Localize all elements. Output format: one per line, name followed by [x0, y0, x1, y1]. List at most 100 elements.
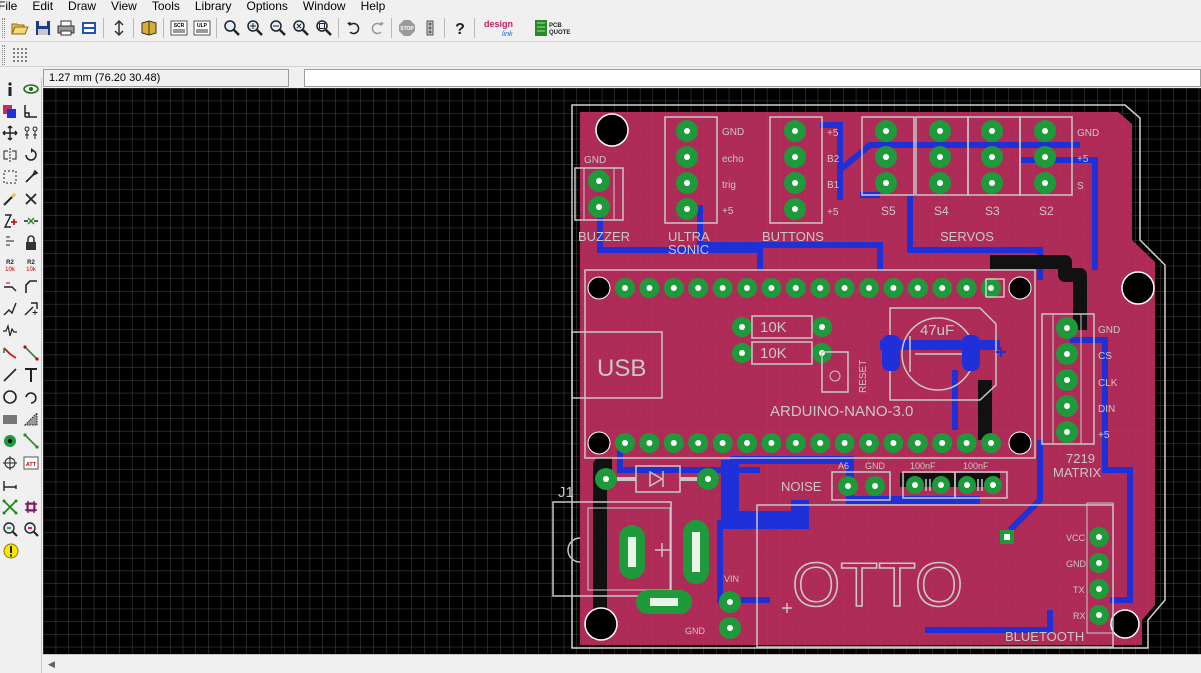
designlink-logo[interactable]: design link: [482, 17, 526, 39]
text-icon[interactable]: [21, 365, 42, 386]
attribute-icon[interactable]: ATT: [21, 453, 42, 474]
nano-pad-drill: [914, 440, 921, 446]
redo-icon[interactable]: [366, 17, 388, 39]
erc-icon[interactable]: [21, 497, 42, 518]
via-icon[interactable]: [0, 431, 21, 452]
wire-icon[interactable]: [0, 343, 21, 364]
resistor-r1[interactable]: 10K: [732, 315, 832, 339]
svg-text:TX: TX: [1073, 585, 1085, 595]
move-icon[interactable]: [0, 123, 21, 144]
scroll-left-icon[interactable]: ◀: [43, 656, 60, 673]
mirror-icon[interactable]: [0, 145, 21, 166]
lock-icon[interactable]: [21, 233, 42, 254]
pcb-drawing[interactable]: GND BUZZER GND echo trig +5 ULTRA SONIC: [43, 88, 1201, 654]
hole-icon[interactable]: [0, 453, 21, 474]
svg-text:BLUETOOTH: BLUETOOTH: [1005, 629, 1084, 644]
board-icon[interactable]: [138, 17, 160, 39]
miter-icon[interactable]: [21, 277, 42, 298]
info-icon[interactable]: [0, 79, 21, 100]
nano-pad-drill: [890, 285, 897, 291]
mark-icon[interactable]: [21, 101, 42, 122]
zoom-in-icon[interactable]: [244, 17, 266, 39]
polygon-icon[interactable]: [21, 409, 42, 430]
circle-icon[interactable]: [0, 387, 21, 408]
show-icon[interactable]: [21, 79, 42, 100]
stop-icon[interactable]: STOP: [396, 17, 418, 39]
svg-text:GND: GND: [1098, 325, 1120, 336]
change-icon[interactable]: [21, 167, 42, 188]
help-icon[interactable]: ?: [449, 17, 471, 39]
warning-icon[interactable]: [0, 541, 21, 562]
line-icon[interactable]: [0, 365, 21, 386]
name-icon[interactable]: R2 10k: [0, 255, 21, 276]
toolbar-grip[interactable]: [2, 44, 5, 65]
print-icon[interactable]: [55, 17, 77, 39]
menu-tools[interactable]: Tools: [152, 0, 180, 13]
svg-text:+5: +5: [1077, 154, 1089, 165]
rect-icon[interactable]: [0, 409, 21, 430]
nano-pad-drill: [670, 285, 677, 291]
errors-icon[interactable]: [21, 519, 42, 540]
display-icon[interactable]: [0, 101, 21, 122]
open-icon[interactable]: [9, 17, 31, 39]
drc-icon[interactable]: [0, 519, 21, 540]
svg-text:SERVOS: SERVOS: [940, 229, 994, 244]
menu-library[interactable]: Library: [195, 0, 232, 13]
coordinate-readout: 1.27 mm (76.20 30.48): [43, 69, 289, 87]
svg-text:S5: S5: [881, 204, 896, 218]
menu-draw[interactable]: Draw: [68, 0, 96, 13]
menu-help[interactable]: Help: [361, 0, 386, 13]
svg-text:+5: +5: [827, 207, 839, 218]
pcb-quote-logo[interactable]: PCB QUOTE: [534, 17, 572, 39]
toolbar-separator: [474, 17, 475, 38]
ripup-icon[interactable]: [21, 321, 42, 342]
paste-icon[interactable]: [0, 189, 21, 210]
toolbar-grip[interactable]: [2, 17, 5, 38]
sch-icon[interactable]: SCR: [168, 17, 190, 39]
svg-text:10K: 10K: [760, 319, 787, 336]
horizontal-scrollbar[interactable]: ◀: [43, 654, 1201, 673]
board-canvas[interactable]: GND BUZZER GND echo trig +5 ULTRA SONIC: [43, 88, 1201, 654]
replace-icon[interactable]: [0, 233, 21, 254]
signal-icon[interactable]: [21, 343, 42, 364]
copy-icon[interactable]: [21, 123, 42, 144]
svg-text:S4: S4: [934, 204, 949, 218]
menu-edit[interactable]: Edit: [32, 0, 53, 13]
undo-icon[interactable]: [343, 17, 365, 39]
route-icon[interactable]: [0, 321, 21, 342]
menu-file[interactable]: File: [0, 0, 17, 13]
zoom-fit-icon[interactable]: [221, 17, 243, 39]
smash-icon[interactable]: [0, 277, 21, 298]
cam-processor-icon[interactable]: [78, 17, 100, 39]
arc-icon[interactable]: [21, 387, 42, 408]
optimize-icon[interactable]: [21, 299, 42, 320]
menu-view[interactable]: View: [111, 0, 137, 13]
script-icon[interactable]: [108, 17, 130, 39]
save-icon[interactable]: [32, 17, 54, 39]
delete-icon[interactable]: [21, 189, 42, 210]
menu-options[interactable]: Options: [247, 0, 288, 13]
menu-window[interactable]: Window: [303, 0, 346, 13]
command-line-input[interactable]: [304, 69, 1201, 87]
nano-pad-drill: [866, 440, 872, 446]
go-icon[interactable]: [419, 17, 441, 39]
zoom-select-icon[interactable]: [313, 17, 335, 39]
ratsnest-icon[interactable]: [21, 431, 42, 452]
zoom-redraw-icon[interactable]: [290, 17, 312, 39]
grid-icon[interactable]: [9, 44, 31, 66]
pinswap-icon[interactable]: [21, 211, 42, 232]
nano-pad-drill: [695, 440, 702, 446]
resistor-r2[interactable]: 10K: [732, 341, 832, 365]
svg-text:100nF: 100nF: [910, 461, 936, 471]
add-icon[interactable]: [0, 211, 21, 232]
autorouter-icon[interactable]: [0, 497, 21, 518]
dimension-icon[interactable]: [0, 475, 21, 496]
split-icon[interactable]: [0, 299, 21, 320]
svg-text:VIN: VIN: [724, 574, 739, 584]
ulp-icon[interactable]: ULP: [191, 17, 213, 39]
rotate-icon[interactable]: [21, 145, 42, 166]
zoom-out-icon[interactable]: [267, 17, 289, 39]
group-icon[interactable]: [0, 167, 21, 188]
value-icon[interactable]: R2 10k: [21, 255, 42, 276]
svg-text:USB: USB: [597, 355, 646, 382]
